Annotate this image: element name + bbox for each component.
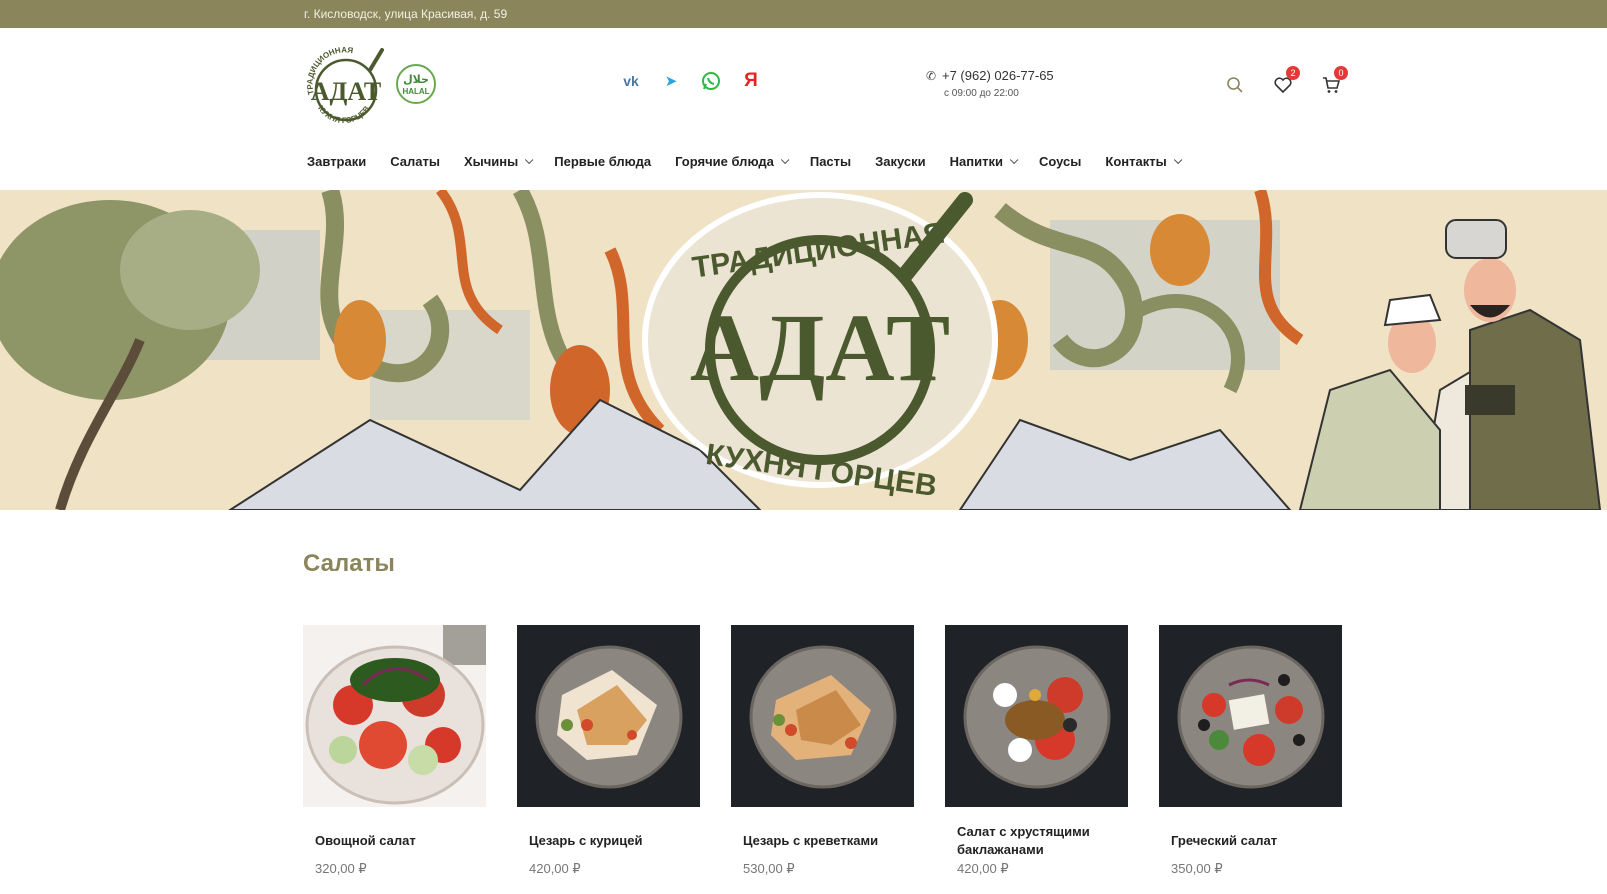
nav-item-drinks[interactable]: Напитки xyxy=(950,154,1019,169)
product-name[interactable]: Греческий салат xyxy=(1171,823,1342,859)
chevron-down-icon xyxy=(525,155,534,164)
product-image[interactable] xyxy=(517,625,700,807)
hero-main-text: АДАТ xyxy=(690,294,950,401)
product-image[interactable] xyxy=(303,625,486,807)
product-price: 420,00 ₽ xyxy=(529,861,581,876)
nav-item-contacts[interactable]: Контакты xyxy=(1105,154,1183,169)
product-image[interactable] xyxy=(731,625,914,807)
telegram-icon[interactable]: ➤ xyxy=(660,70,682,92)
hero-banner: ТРАДИЦИОННАЯ АДАТ КУХНЯ ГОРЦЕВ xyxy=(0,190,1607,510)
chevron-down-icon xyxy=(780,155,790,164)
logo-bottom-text: КУХНЯ ГОРЦЕВ xyxy=(316,104,371,125)
section-title: Салаты xyxy=(303,550,395,577)
nav-item-snacks[interactable]: Закуски xyxy=(875,154,926,169)
hero-illustration: ТРАДИЦИОННАЯ АДАТ КУХНЯ ГОРЦЕВ xyxy=(0,190,1607,510)
product-card[interactable]: Цезарь с креветками 530,00 ₽ xyxy=(731,625,914,877)
nav-item-first-courses[interactable]: Первые блюда xyxy=(554,154,651,169)
wishlist-count-badge: 2 xyxy=(1286,66,1300,80)
product-image[interactable] xyxy=(1159,625,1342,807)
product-price: 350,00 ₽ xyxy=(1171,861,1223,876)
product-grid: Овощной салат 320,00 ₽ Цезарь с курицей … xyxy=(303,625,1342,877)
chevron-down-icon xyxy=(1009,155,1019,164)
nav-item-khychiny[interactable]: Хычины xyxy=(464,154,534,169)
halal-badge: حلال HALAL xyxy=(396,64,436,104)
product-card[interactable]: Овощной салат 320,00 ₽ xyxy=(303,625,486,877)
wishlist-icon[interactable]: 2 xyxy=(1270,66,1300,98)
address-text: г. Кисловодск, улица Красивая, д. 59 xyxy=(304,7,508,21)
product-card[interactable]: Греческий салат 350,00 ₽ xyxy=(1159,625,1342,877)
product-name[interactable]: Овощной салат xyxy=(315,823,486,859)
nav-item-sauces[interactable]: Соусы xyxy=(1039,154,1081,169)
whatsapp-icon[interactable] xyxy=(700,70,722,92)
nav-item-salads[interactable]: Салаты xyxy=(390,154,440,169)
nav-item-breakfast[interactable]: Завтраки xyxy=(307,154,366,169)
product-price: 320,00 ₽ xyxy=(315,861,367,876)
social-links: vk ➤ Я xyxy=(620,68,762,94)
header-actions: 2 0 xyxy=(1222,66,1348,98)
product-name[interactable]: Цезарь с креветками xyxy=(743,823,914,859)
product-price: 530,00 ₽ xyxy=(743,861,795,876)
product-card[interactable]: Салат с хрустящими баклажанами 420,00 ₽ xyxy=(945,625,1128,877)
product-name[interactable]: Салат с хрустящими баклажанами xyxy=(957,823,1128,859)
top-bar: г. Кисловодск, улица Красивая, д. 59 xyxy=(0,0,1607,28)
phone-icon: ✆ xyxy=(926,69,937,83)
vk-icon[interactable]: vk xyxy=(620,70,642,92)
product-price: 420,00 ₽ xyxy=(957,861,1009,876)
nav-item-pastas[interactable]: Пасты xyxy=(810,154,851,169)
phone-link[interactable]: ✆ +7 (962) 026-77-65 xyxy=(926,68,1054,83)
search-icon[interactable] xyxy=(1222,72,1248,98)
site-logo[interactable]: ТРАДИЦИОННАЯ АДАТ КУХНЯ ГОРЦЕВ xyxy=(300,42,392,130)
working-hours: с 09:00 до 22:00 xyxy=(944,88,1019,99)
nav-item-hot-dishes[interactable]: Горячие блюда xyxy=(675,154,790,169)
product-card[interactable]: Цезарь с курицей 420,00 ₽ xyxy=(517,625,700,877)
product-name[interactable]: Цезарь с курицей xyxy=(529,823,700,859)
cart-count-badge: 0 xyxy=(1334,66,1348,80)
cart-icon[interactable]: 0 xyxy=(1318,66,1348,98)
logo-main-text: АДАТ xyxy=(311,77,382,106)
yandex-icon[interactable]: Я xyxy=(740,70,762,92)
main-nav: Завтраки Салаты Хычины Первые блюда Горя… xyxy=(307,154,1203,169)
chevron-down-icon xyxy=(1173,155,1183,164)
site-header: ТРАДИЦИОННАЯ АДАТ КУХНЯ ГОРЦЕВ حلال HALA… xyxy=(0,28,1607,190)
product-image[interactable] xyxy=(945,625,1128,807)
